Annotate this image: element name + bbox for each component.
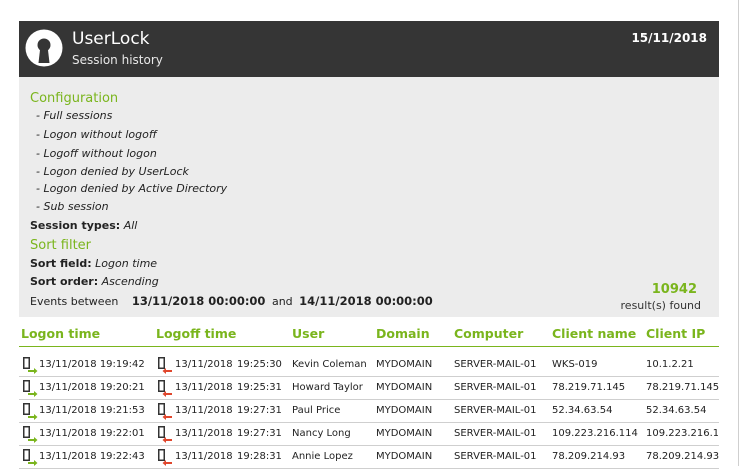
logoff-icon [158,426,172,443]
user-name: Howard Taylor [292,382,363,393]
client-name: WKS-019 [552,359,598,370]
column-header-client-ip[interactable]: Client IP [646,326,705,341]
table-row[interactable]: 13/11/2018 19:22:01 13/11/2018 19:27:31 … [19,423,719,446]
client-ip: 109.223.216.114 [646,428,718,439]
session-types-value: All [123,219,138,232]
user-name: Paul Price [292,405,341,416]
logoff-date: 13/11/2018 [175,428,233,439]
config-item: - Logoff without logon [36,147,157,160]
events-conjunction: and [271,295,293,308]
table-row[interactable]: 13/11/2018 19:20:21 13/11/2018 19:25:31 … [19,377,719,400]
logoff-icon [158,403,172,420]
user-name: Kevin Coleman [292,359,367,370]
sort-order-value: Ascending [101,275,159,288]
sort-field-value: Logon time [95,257,158,270]
events-start: 13/11/2018 00:00:00 [131,294,266,308]
domain: MYDOMAIN [376,405,433,416]
client-name: 78.209.214.93 [552,451,626,462]
config-item: - Logon without logoff [36,128,157,141]
logoff-icon [158,380,172,397]
report-date: 15/11/2018 [631,31,707,45]
computer: SERVER-MAIL-01 [454,428,537,439]
client-ip: 52.34.63.54 [646,405,707,416]
logon-icon [23,403,38,420]
events-range: Events between 13/11/2018 00:00:00 and 1… [30,294,436,309]
logon-icon [23,357,38,374]
user-name: Annie Lopez [292,451,353,462]
logoff-date: 13/11/2018 [175,382,233,393]
sort-field-label: Sort field: [30,257,92,270]
logoff-icon [158,449,172,466]
client-ip: 10.1.2.21 [646,359,694,370]
column-header-client-name[interactable]: Client name [552,326,636,341]
logon-icon [23,380,38,397]
computer: SERVER-MAIL-01 [454,405,537,416]
client-name: 52.34.63.54 [552,405,613,416]
column-header-logoff-time[interactable]: Logoff time [156,326,236,341]
computer: SERVER-MAIL-01 [454,359,537,370]
events-prefix: Events between [30,295,119,308]
app-subtitle: Session history [72,53,163,67]
logon-time: 13/11/2018 19:20:21 [39,382,145,393]
sort-order: Sort order: Ascending [30,275,159,288]
logon-time: 13/11/2018 19:22:01 [39,428,145,439]
logoff-clock: 19:28:31 [237,451,282,462]
logoff-clock: 19:25:30 [237,359,282,370]
logoff-icon [158,357,172,374]
sort-field: Sort field: Logon time [30,257,157,270]
domain: MYDOMAIN [376,382,433,393]
client-name: 78.219.71.145 [552,382,626,393]
config-item: - Full sessions [36,109,113,122]
client-name: 109.223.216.114 [552,428,638,439]
logoff-date: 13/11/2018 [175,405,233,416]
logoff-date: 13/11/2018 [175,451,233,462]
events-end: 14/11/2018 00:00:00 [299,294,433,308]
logon-icon [23,449,38,466]
user-name: Nancy Long [292,428,351,439]
logon-time: 13/11/2018 19:21:53 [39,405,145,416]
domain: MYDOMAIN [376,428,433,439]
report-header: UserLock Session history 15/11/2018 [19,21,719,77]
logon-icon [23,426,38,443]
result-count-label: result(s) found [620,299,701,312]
configuration-title: Configuration [30,91,119,106]
session-types-label: Session types: [30,219,121,232]
column-header-user[interactable]: User [292,326,324,341]
domain: MYDOMAIN [376,359,433,370]
logon-time: 13/11/2018 19:19:42 [39,359,145,370]
config-item: - Logon denied by Active Directory [36,182,228,195]
column-header-logon-time[interactable]: Logon time [21,326,100,341]
client-ip: 78.209.214.93 [646,451,720,462]
result-count: 10942 [651,282,697,297]
logon-time: 13/11/2018 19:22:43 [39,451,145,462]
configuration-panel: Configuration - Full sessions - Logon wi… [19,77,719,317]
config-item: - Logon denied by UserLock [36,165,189,178]
column-header-domain[interactable]: Domain [376,326,430,341]
logoff-clock: 19:27:31 [237,428,282,439]
logoff-clock: 19:25:31 [237,382,282,393]
table-row[interactable]: 13/11/2018 19:19:42 13/11/2018 19:25:30 … [19,354,719,377]
config-item: - Sub session [36,200,109,213]
domain: MYDOMAIN [376,451,433,462]
client-ip: 78.219.71.145 [646,382,720,393]
computer: SERVER-MAIL-01 [454,451,537,462]
app-title: UserLock [72,29,150,49]
table-header: Logon time Logoff time User Domain Compu… [19,321,719,347]
sort-order-label: Sort order: [30,275,99,288]
computer: SERVER-MAIL-01 [454,382,537,393]
session-types: Session types: All [30,219,137,232]
logoff-clock: 19:27:31 [237,405,282,416]
column-header-computer[interactable]: Computer [454,326,523,341]
sort-filter-title: Sort filter [30,238,92,253]
logoff-date: 13/11/2018 [175,359,233,370]
table-row[interactable]: 13/11/2018 19:21:53 13/11/2018 19:27:31 … [19,400,719,423]
keyhole-logo-icon [25,29,63,67]
